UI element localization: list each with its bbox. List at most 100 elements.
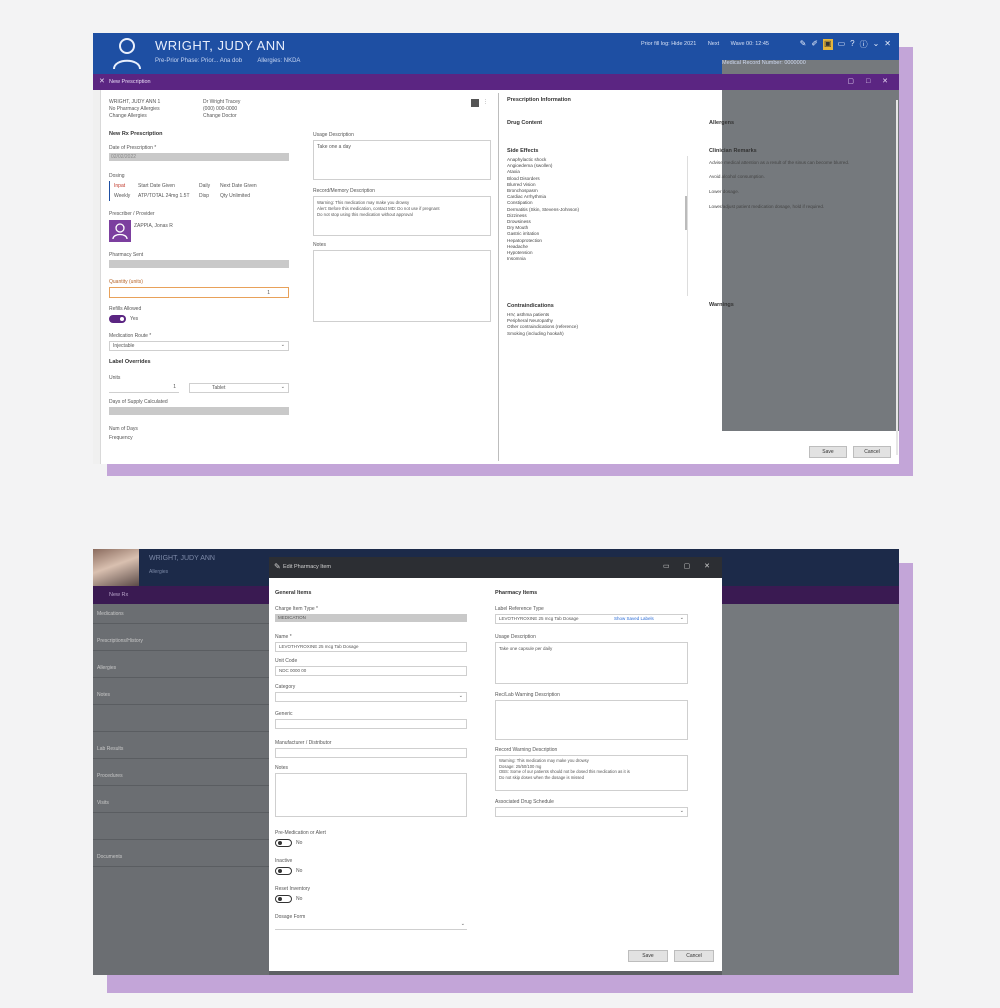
patient-name: WRIGHT, JUDY ANN bbox=[155, 38, 286, 53]
warning-textarea-2[interactable]: Warning: This medication may make you dr… bbox=[495, 755, 688, 791]
sidebar-item[interactable]: Lab Results bbox=[93, 739, 269, 759]
route-select[interactable]: Injectable ⌄ bbox=[109, 341, 289, 351]
sidebar-item[interactable]: Medications bbox=[93, 604, 269, 624]
field-input[interactable] bbox=[275, 773, 467, 817]
side-effect-item: Insomnia bbox=[507, 256, 526, 262]
record-textarea[interactable]: Warning: This medication may make you dr… bbox=[313, 196, 491, 236]
phase-text: Pre-Prior Phase: Prior... Ana dob bbox=[155, 58, 243, 64]
chevron-down-icon: ⌄ bbox=[460, 921, 465, 927]
sidebar-item[interactable] bbox=[93, 712, 269, 732]
record-textarea-2[interactable] bbox=[495, 700, 688, 740]
prescriber-value[interactable]: ZAPPIA, Jonas R bbox=[134, 223, 173, 229]
toggle-label: Pre-Medication or Alert bbox=[275, 830, 326, 836]
screenshot-edit-pharmacy-item: WRIGHT, JUDY ANN Allergies New Rx Medica… bbox=[93, 549, 899, 975]
notes-textarea[interactable] bbox=[313, 250, 491, 322]
sidebar-item[interactable]: Allergies bbox=[93, 658, 269, 678]
dialog-save-button[interactable]: Save bbox=[628, 950, 668, 962]
dosing-row1-d: Next Date Given bbox=[220, 183, 257, 189]
toggle-switch[interactable] bbox=[275, 867, 292, 875]
pharmacy-field[interactable] bbox=[109, 260, 289, 268]
sidebar-dimmed: Medications Prescriptions/History Allergie… bbox=[93, 604, 269, 975]
chevron-down-icon: ⌄ bbox=[679, 808, 684, 814]
sidebar-item[interactable]: Documents bbox=[93, 847, 269, 867]
field-input[interactable] bbox=[275, 748, 467, 758]
toggle-switch[interactable] bbox=[275, 895, 292, 903]
pen-icon[interactable]: ✐ bbox=[811, 39, 818, 50]
patient-photo bbox=[93, 549, 139, 586]
days-field bbox=[109, 407, 289, 415]
num-days-label: Num of Days bbox=[109, 426, 138, 432]
refill-toggle[interactable] bbox=[109, 315, 126, 323]
field-input[interactable]: ⌄ bbox=[275, 692, 467, 702]
clinician-remarks-title: Clinician Remarks bbox=[709, 148, 757, 154]
sidebar-item[interactable]: Notes bbox=[93, 685, 269, 705]
allergies-text[interactable]: Allergies: NKDA bbox=[257, 58, 300, 64]
window-controls[interactable]: ▢ □ ✕ bbox=[847, 77, 893, 85]
label-ref-value: LEVOTHYROXINE 25 mcg Tab Dosage bbox=[499, 616, 579, 621]
route-value: Injectable bbox=[113, 343, 135, 349]
help-icon[interactable]: ? bbox=[850, 39, 854, 50]
patient-sub-dimmed: Allergies bbox=[149, 569, 169, 575]
dialog-window-controls[interactable]: ▭ ▢ ✕ bbox=[663, 562, 716, 570]
dosage-form-label: Dosage Form bbox=[275, 914, 306, 920]
pencil-icon: ✎ bbox=[274, 562, 281, 571]
chevron-down-icon: ⌄ bbox=[280, 342, 285, 348]
usage-textarea[interactable]: Take one a day bbox=[313, 140, 491, 180]
usage-textarea-2[interactable]: Take one capsule per daily bbox=[495, 642, 688, 684]
record-label-2: Rec/Lab Warning Description bbox=[495, 692, 560, 698]
meta-fill-log[interactable]: Prior fill log: Hide 2021 bbox=[641, 41, 696, 47]
toggle-switch[interactable] bbox=[275, 839, 292, 847]
record-label: Record/Memory Description bbox=[313, 188, 375, 194]
field-label: Charge Item Type * bbox=[275, 606, 318, 612]
chevron-down-icon: ⌄ bbox=[679, 615, 684, 621]
field-input[interactable]: LEVOTHYROXINE 25 mcg Tab Dosage bbox=[275, 642, 467, 652]
field-input[interactable]: NDC 0000 00 bbox=[275, 666, 467, 676]
units-unit-select[interactable]: Tablet ⌄ bbox=[189, 383, 289, 393]
sidebar-item[interactable]: Visits bbox=[93, 793, 269, 813]
chevron-down-icon: ⌄ bbox=[458, 693, 463, 699]
edit-icon[interactable]: ✎ bbox=[800, 39, 807, 50]
panel-close-icon[interactable]: ✕ bbox=[99, 77, 105, 85]
field-input[interactable] bbox=[275, 719, 467, 729]
dosing-row2-d: Qty Unlimited bbox=[220, 193, 251, 199]
sidebar-item[interactable]: Prescriptions/History bbox=[93, 631, 269, 651]
info-icon[interactable]: ⓘ bbox=[860, 39, 868, 50]
warning-line: OBS: Some of our patients should not be … bbox=[499, 769, 630, 774]
sidebar-item[interactable]: Procedures bbox=[93, 766, 269, 786]
quantity-label: Quantity (units) bbox=[109, 279, 143, 285]
days-label: Days of Supply Calculated bbox=[109, 399, 168, 405]
date-field[interactable]: 02/02/2022 bbox=[109, 153, 289, 161]
warning-lines: Warning: This medication may make you dr… bbox=[499, 758, 630, 780]
dialog-cancel-button[interactable]: Cancel bbox=[674, 950, 714, 962]
field-label: Generic bbox=[275, 711, 293, 717]
highlighted-icon[interactable]: ▣ bbox=[823, 39, 833, 50]
quantity-value: 1 bbox=[267, 290, 270, 296]
warning-label-2: Record Warning Description bbox=[495, 747, 558, 753]
dosage-form-select[interactable]: ⌄ bbox=[275, 921, 467, 930]
units-input[interactable]: 1 bbox=[109, 383, 179, 393]
window-icon[interactable]: ▭ bbox=[838, 39, 846, 50]
show-saved-labels-link[interactable]: Show Saved Labels bbox=[614, 616, 654, 621]
quantity-input[interactable]: 1 bbox=[109, 287, 289, 298]
change-allergies-link[interactable]: Change Allergies bbox=[109, 113, 147, 119]
drug-schedule-select[interactable]: ⌄ bbox=[495, 807, 688, 817]
label-ref-select[interactable]: LEVOTHYROXINE 25 mcg Tab Dosage Show Sav… bbox=[495, 614, 688, 624]
expand-icon[interactable] bbox=[471, 99, 479, 107]
drug-schedule-label: Associated Drug Schedule bbox=[495, 799, 554, 805]
close-icon[interactable]: ✕ bbox=[884, 39, 891, 50]
cancel-button[interactable]: Cancel bbox=[853, 446, 891, 458]
meta-wave[interactable]: Wave 00: 12:45 bbox=[731, 41, 769, 47]
collapse-icon[interactable]: ⌄ bbox=[873, 39, 880, 50]
meta-next[interactable]: Next bbox=[708, 41, 719, 47]
change-doctor-link[interactable]: Change Doctor bbox=[203, 113, 237, 119]
sidebar-item[interactable] bbox=[93, 820, 269, 840]
panel-scrollbar[interactable] bbox=[896, 100, 898, 455]
num-days-value[interactable]: Frequency bbox=[109, 435, 133, 441]
date-value: 02/02/2022 bbox=[111, 154, 137, 160]
patient-name-link[interactable]: WRIGHT, JUDY ANN 1 bbox=[109, 99, 160, 105]
edit-pharmacy-dialog: ✎ Edit Pharmacy Item ▭ ▢ ✕ General Items… bbox=[269, 557, 722, 971]
allergens-title: Allergens bbox=[709, 120, 735, 126]
save-button[interactable]: Save bbox=[809, 446, 847, 458]
field-value: NDC 0000 00 bbox=[279, 668, 307, 673]
more-icon[interactable]: ⋮ bbox=[483, 99, 488, 105]
